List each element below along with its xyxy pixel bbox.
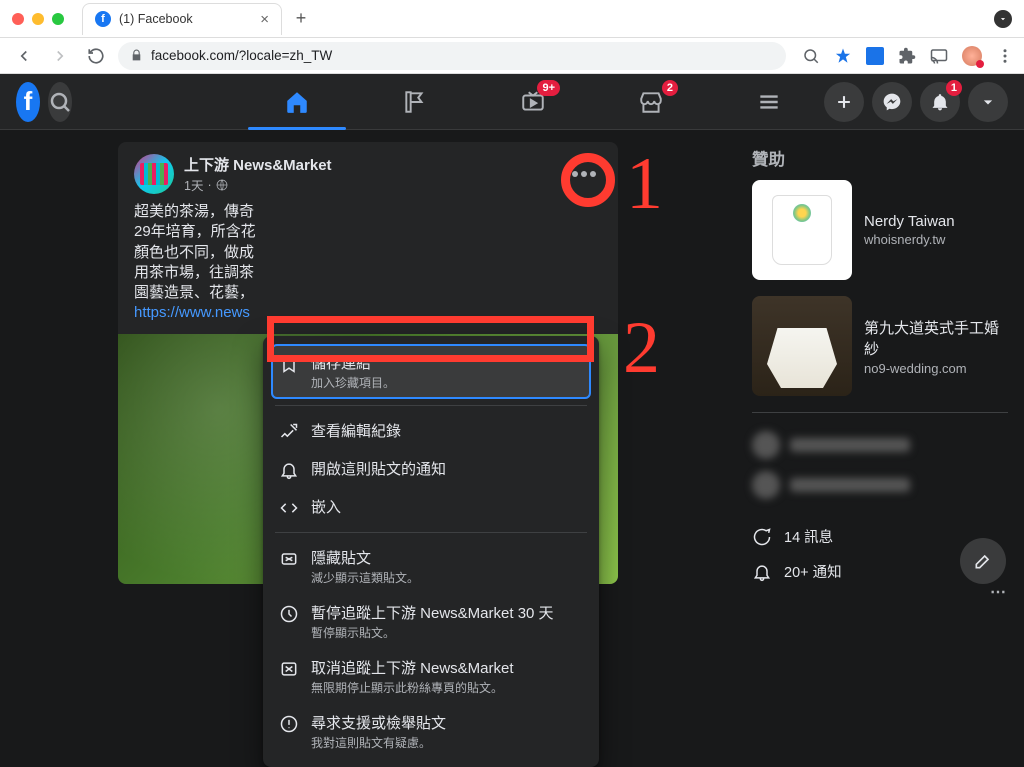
bookmark-icon	[279, 354, 299, 374]
code-icon	[279, 498, 299, 518]
back-button[interactable]	[10, 42, 38, 70]
rail-more-button[interactable]: ⋯	[990, 582, 1008, 602]
window-controls	[12, 13, 64, 25]
facebook-logo[interactable]: f	[16, 82, 40, 122]
tab-favicon: f	[95, 11, 111, 27]
home-tab[interactable]	[242, 74, 352, 130]
notif-badge: 1	[946, 80, 962, 96]
post-author-avatar[interactable]	[134, 154, 174, 194]
compose-fab[interactable]	[960, 538, 1006, 584]
contact-row-blurred[interactable]	[752, 465, 1008, 505]
extension-icons	[802, 46, 1014, 66]
menu-separator	[275, 405, 587, 406]
sponsored-heading: 贊助	[752, 146, 1008, 170]
right-rail: 贊助 Nerdy Taiwanwhoisnerdy.tw 第九大道英式手工婚紗n…	[744, 130, 1024, 589]
browser-tab-strip: f (1) Facebook × +	[0, 0, 1024, 38]
marketplace-badge: 2	[662, 80, 678, 96]
browser-tab[interactable]: f (1) Facebook ×	[82, 3, 282, 35]
content-area: 上下游 News&Market 1天 · 超美的茶湯，傳奇 29年培育，所含花 …	[0, 130, 1024, 602]
contact-row-blurred[interactable]	[752, 425, 1008, 465]
close-window-button[interactable]	[12, 13, 24, 25]
url-field[interactable]: facebook.com/?locale=zh_TW	[118, 42, 786, 70]
close-tab-button[interactable]: ×	[260, 11, 269, 28]
menu-embed[interactable]: 嵌入	[271, 488, 591, 526]
post-options-menu: 儲存連結加入珍藏項目。 查看編輯紀錄 開啟這則貼文的通知 嵌入 隱藏貼文減少顯示…	[263, 336, 599, 767]
download-ext-icon[interactable]	[866, 47, 884, 65]
profile-pill[interactable]	[994, 10, 1012, 28]
sponsor-image	[752, 180, 852, 280]
account-menu-button[interactable]	[968, 82, 1008, 122]
post-timestamp[interactable]: 1天 ·	[184, 175, 332, 194]
right-buttons: 1	[824, 82, 1008, 122]
hamburger-tab[interactable]	[714, 74, 824, 130]
create-button[interactable]	[824, 82, 864, 122]
zoom-icon[interactable]	[802, 47, 820, 65]
post-meta: 上下游 News&Market 1天 ·	[184, 154, 332, 194]
post-header: 上下游 News&Market 1天 ·	[118, 142, 618, 198]
menu-report[interactable]: 尋求支援或檢舉貼文我對這則貼文有疑慮。	[271, 704, 591, 759]
bell-icon	[279, 460, 299, 480]
center-tabs: 9+ 2	[242, 74, 824, 130]
facebook-top-nav: f 9+ 2 1	[0, 74, 1024, 130]
menu-separator	[275, 532, 587, 533]
kebab-menu-icon[interactable]	[996, 47, 1014, 65]
hide-icon	[279, 549, 299, 569]
menu-hide-post[interactable]: 隱藏貼文減少顯示這類貼文。	[271, 539, 591, 594]
new-tab-button[interactable]: +	[288, 6, 314, 32]
menu-turn-on-notifications[interactable]: 開啟這則貼文的通知	[271, 450, 591, 488]
menu-save-link[interactable]: 儲存連結加入珍藏項目。	[271, 344, 591, 399]
extensions-icon[interactable]	[898, 47, 916, 65]
rail-separator	[752, 412, 1008, 413]
sponsor-image	[752, 296, 852, 396]
post-more-button[interactable]	[566, 156, 602, 192]
marketplace-tab[interactable]: 2	[596, 74, 706, 130]
cast-icon[interactable]	[930, 47, 948, 65]
watch-tab[interactable]: 9+	[478, 74, 588, 130]
history-icon	[279, 422, 299, 442]
sponsored-item[interactable]: Nerdy Taiwanwhoisnerdy.tw	[752, 180, 1008, 280]
post-author-name[interactable]: 上下游 News&Market	[184, 154, 332, 175]
search-button[interactable]	[48, 82, 72, 122]
bookmark-star-icon[interactable]	[834, 47, 852, 65]
watch-badge: 9+	[537, 80, 560, 96]
unfollow-icon	[279, 659, 299, 679]
menu-edit-history[interactable]: 查看編輯紀錄	[271, 412, 591, 450]
sponsored-item[interactable]: 第九大道英式手工婚紗no9-wedding.com	[752, 296, 1008, 396]
maximize-window-button[interactable]	[52, 13, 64, 25]
forward-button[interactable]	[46, 42, 74, 70]
minimize-window-button[interactable]	[32, 13, 44, 25]
menu-unfollow[interactable]: 取消追蹤上下游 News&Market無限期停止顯示此粉絲專頁的貼文。	[271, 649, 591, 704]
messenger-button[interactable]	[872, 82, 912, 122]
pages-tab[interactable]	[360, 74, 470, 130]
reload-button[interactable]	[82, 42, 110, 70]
report-icon	[279, 714, 299, 734]
notifications-button[interactable]: 1	[920, 82, 960, 122]
globe-icon	[216, 179, 228, 191]
menu-snooze[interactable]: 暫停追蹤上下游 News&Market 30 天暫停顯示貼文。	[271, 594, 591, 649]
post-body: 超美的茶湯，傳奇 29年培育，所含花 顏色也不同，做成 用茶市場，往調茶 園藝造…	[118, 198, 618, 334]
clock-icon	[279, 604, 299, 624]
browser-address-bar: facebook.com/?locale=zh_TW	[0, 38, 1024, 74]
lock-icon	[130, 49, 143, 62]
url-text: facebook.com/?locale=zh_TW	[151, 48, 332, 63]
tab-title: (1) Facebook	[119, 12, 193, 26]
post-link[interactable]: https://www.news	[134, 304, 250, 321]
profile-avatar-icon[interactable]	[962, 46, 982, 66]
